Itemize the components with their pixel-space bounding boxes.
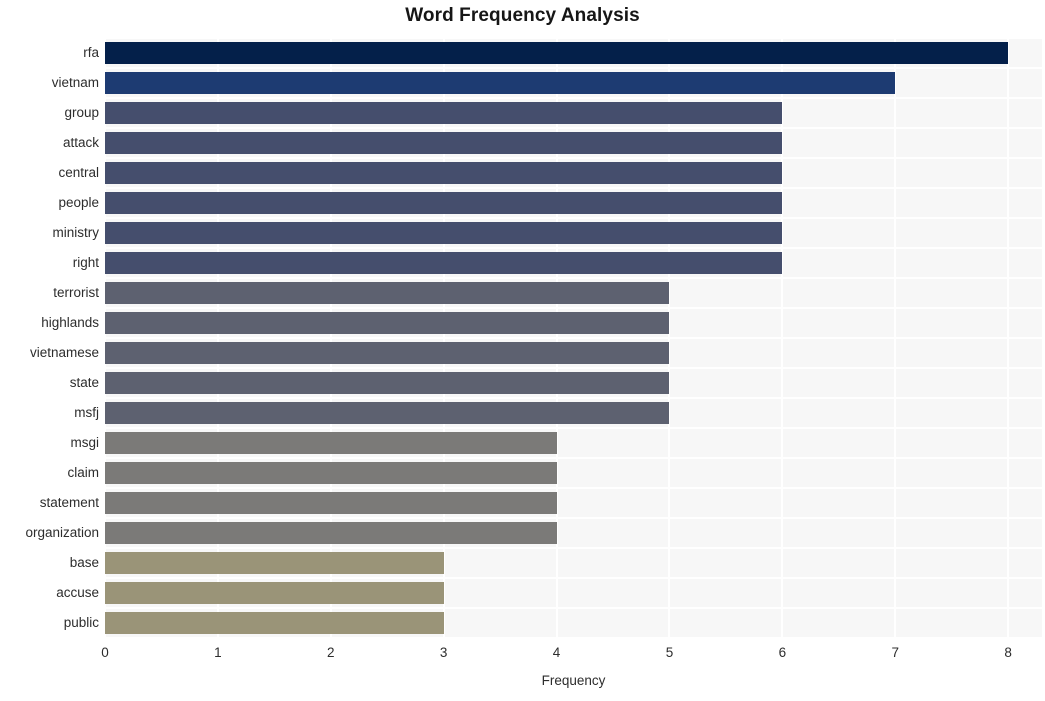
bar [105, 42, 1009, 64]
y-tick-label: state [69, 375, 99, 390]
y-tick-label: claim [67, 465, 99, 480]
x-tick-label: 7 [891, 645, 899, 660]
y-tick-label: accuse [56, 585, 99, 600]
y-tick-label: statement [39, 495, 99, 510]
y-tick-label: ministry [52, 225, 100, 240]
y-tick-label: highlands [41, 315, 99, 330]
gridline-y-6 [105, 217, 1042, 219]
chart-figure: Word Frequency Analysis rfa vietnam group a… [0, 0, 1045, 701]
gridline-y-12 [105, 397, 1042, 399]
gridline-y-3 [105, 127, 1042, 129]
gridline-y-14 [105, 457, 1042, 459]
gridline-y-19 [105, 607, 1042, 609]
bar [105, 72, 896, 94]
bar [105, 132, 783, 154]
plot-area [105, 38, 1042, 638]
x-tick-label: 6 [778, 645, 787, 660]
gridline-y-9 [105, 307, 1042, 309]
bar [105, 282, 670, 304]
x-tick-label: 3 [439, 645, 448, 660]
bar [105, 612, 444, 634]
y-tick-label: central [58, 165, 99, 180]
y-tick-label: public [63, 615, 99, 630]
bar [105, 462, 557, 484]
gridline-y-7 [105, 247, 1042, 249]
gridline-y-5 [105, 187, 1042, 189]
gridline-y-11 [105, 367, 1042, 369]
x-tick-label: 2 [327, 645, 335, 660]
x-tick-label: 0 [101, 645, 109, 660]
x-tick-label: 4 [552, 645, 561, 660]
bar [105, 342, 670, 364]
gridline-y-18 [105, 577, 1042, 579]
bar [105, 222, 783, 244]
chart-title: Word Frequency Analysis [405, 5, 640, 26]
y-axis-tick-labels: rfa vietnam group attack central people minist… [0, 38, 99, 638]
gridline-y-8 [105, 277, 1042, 279]
bar [105, 102, 783, 124]
x-tick-label: 8 [1004, 645, 1012, 660]
bar [105, 312, 670, 334]
y-tick-label: people [58, 195, 99, 210]
y-tick-label: msgi [70, 435, 99, 450]
y-tick-label: base [69, 555, 99, 570]
bar [105, 252, 783, 274]
bar [105, 162, 783, 184]
x-tick-label: 1 [214, 645, 222, 660]
bar [105, 522, 557, 544]
gridline-y-13 [105, 427, 1042, 429]
y-tick-label: rfa [83, 45, 99, 60]
y-tick-label: organization [25, 525, 99, 540]
y-tick-label: right [72, 255, 99, 270]
gridline-y-1 [105, 67, 1042, 69]
bar [105, 492, 557, 514]
bar [105, 582, 444, 604]
bar [105, 552, 444, 574]
bar [105, 402, 670, 424]
gridline-y-16 [105, 517, 1042, 519]
gridline-y-4 [105, 157, 1042, 159]
y-tick-label: attack [62, 135, 99, 150]
gridline-y-0 [105, 38, 1042, 39]
gridline-y-10 [105, 337, 1042, 339]
y-tick-label: terrorist [53, 285, 99, 300]
gridline-y-2 [105, 97, 1042, 99]
y-tick-label: vietnam [51, 75, 99, 90]
gridline-y-15 [105, 487, 1042, 489]
y-tick-label: group [64, 105, 99, 120]
y-tick-label: vietnamese [29, 345, 99, 360]
x-axis-tick-labels: 0 1 2 3 4 5 6 7 8 [0, 645, 1045, 665]
bar [105, 432, 557, 454]
bar [105, 192, 783, 214]
x-axis-title: Frequency [541, 673, 606, 688]
bar [105, 372, 670, 394]
gridline-y-20 [105, 637, 1042, 638]
y-tick-label: msfj [74, 405, 99, 420]
x-tick-label: 5 [665, 645, 674, 660]
gridline-y-17 [105, 547, 1042, 549]
